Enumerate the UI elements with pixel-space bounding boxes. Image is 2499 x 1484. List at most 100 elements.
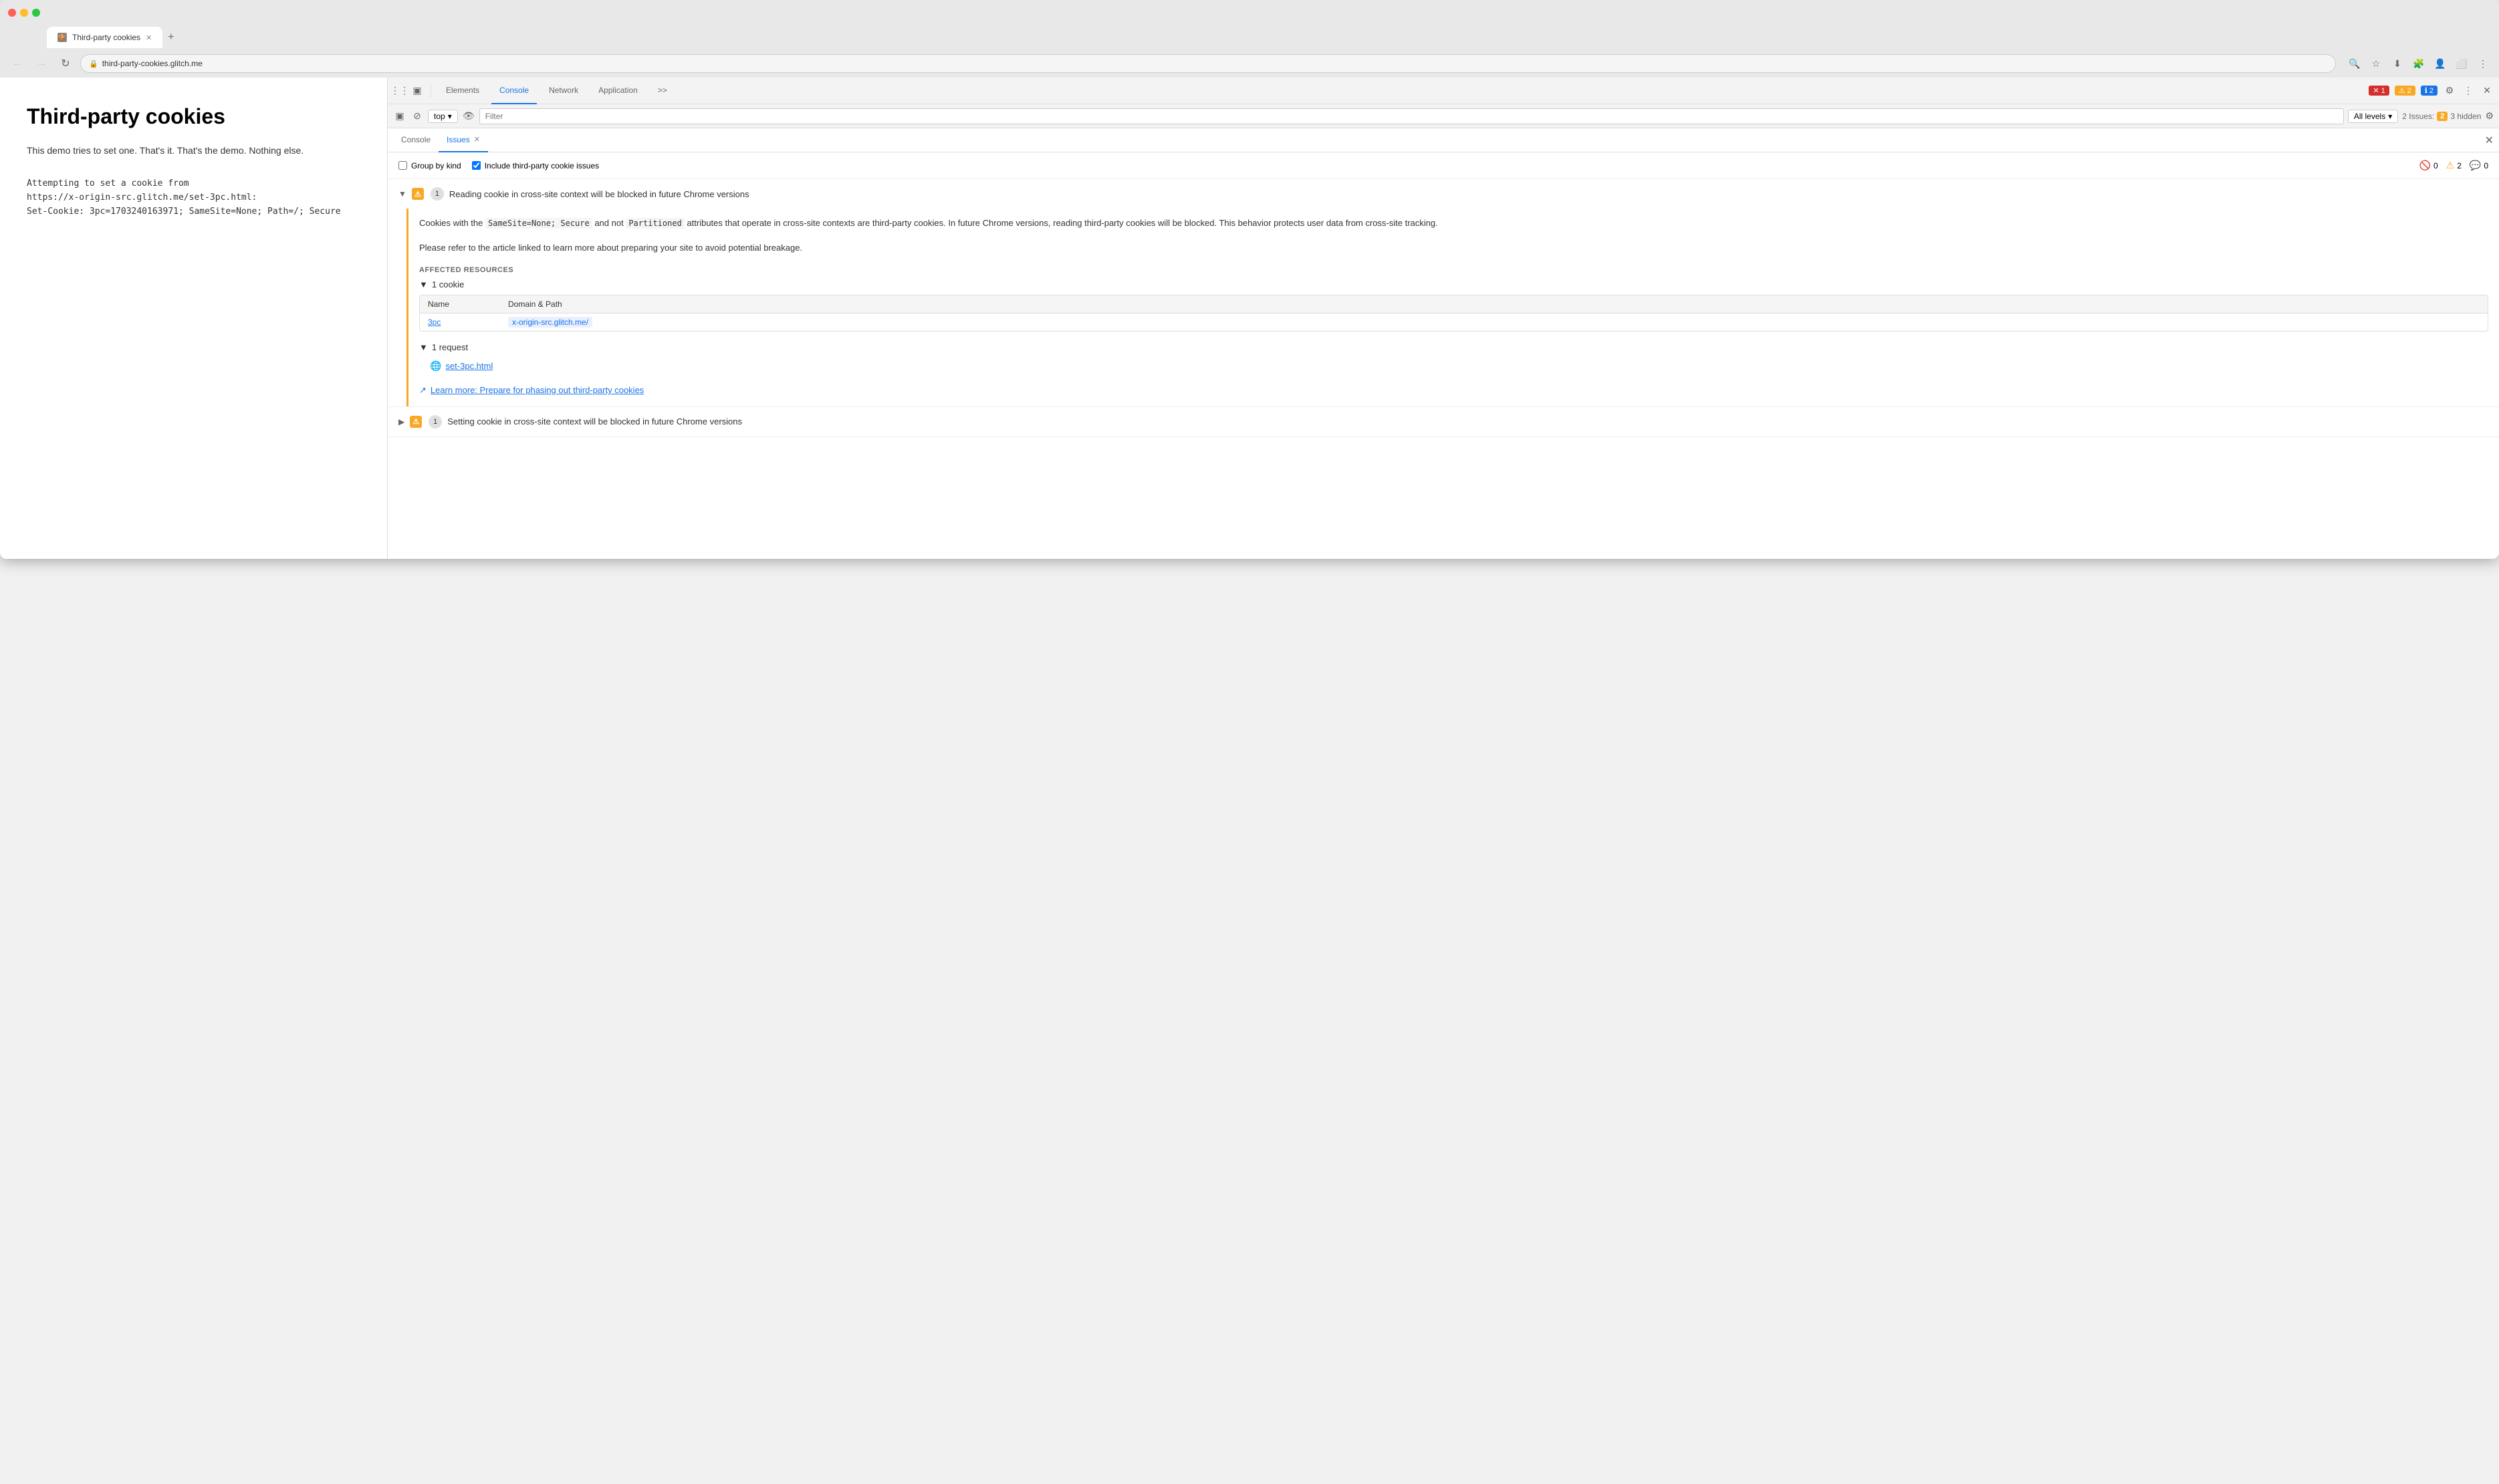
cookie-domain-cell: x-origin-src.glitch.me/ <box>500 314 2488 331</box>
cookies-expand[interactable]: ▼ 1 cookie <box>419 279 2488 289</box>
levels-chevron-icon: ▾ <box>2388 112 2392 121</box>
url-text: third-party-cookies.glitch.me <box>102 59 203 68</box>
devtools-close-icon[interactable]: ✕ <box>2480 84 2494 98</box>
globe-icon: 🌐 <box>430 360 441 372</box>
filter-input[interactable] <box>479 108 2344 124</box>
menu-icon[interactable]: ⋮ <box>2475 55 2491 72</box>
levels-dropdown[interactable]: All levels ▾ <box>2348 110 2398 123</box>
issue-body-container: Cookies with the SameSite=None; Secure a… <box>388 209 2499 406</box>
issues-warning-badge: 2 <box>2437 112 2448 121</box>
active-tab[interactable]: 🍪 Third-party cookies ✕ <box>47 27 162 48</box>
panel-tabs: Console Issues ✕ ✕ <box>388 128 2499 152</box>
window-icon[interactable]: ⬜ <box>2454 55 2470 72</box>
issue-item-1: ▼ ⚠ 1 Reading cookie in cross-site conte… <box>388 179 2499 407</box>
info-count-display: 💬 0 <box>2470 160 2488 171</box>
issue-chevron-1: ▼ <box>398 189 406 199</box>
issue-header-1[interactable]: ▼ ⚠ 1 Reading cookie in cross-site conte… <box>388 179 2499 209</box>
extensions-icon[interactable]: 🧩 <box>2411 55 2427 72</box>
device-icon[interactable]: ▣ <box>410 84 424 98</box>
sidebar-toggle-icon[interactable]: ▣ <box>393 110 406 123</box>
info-badge: ℹ 2 <box>2421 86 2437 96</box>
hidden-count: 3 hidden <box>2450 112 2481 121</box>
affected-resources: AFFECTED RESOURCES ▼ 1 cookie Name Domai… <box>419 266 2488 396</box>
reload-button[interactable]: ↻ <box>56 54 75 73</box>
browser-body: Third-party cookies This demo tries to s… <box>0 78 2499 559</box>
info-count-icon: 💬 <box>2470 160 2481 171</box>
maximize-button[interactable] <box>32 9 40 17</box>
profile-icon[interactable]: 👤 <box>2432 55 2448 72</box>
tab-elements[interactable]: Elements <box>438 78 487 104</box>
devtools-toolbar: ⋮⋮ ▣ Elements Console Network Applicatio… <box>388 78 2499 104</box>
devtools-toolbar2: ▣ ⊘ top ▾ 👁 All levels ▾ 2 Issues: 2 3 h… <box>388 104 2499 128</box>
table-row: 3pc x-origin-src.glitch.me/ <box>420 314 2488 331</box>
warning-count-display: ⚠ 2 <box>2446 160 2462 171</box>
include-third-party-checkbox[interactable]: Include third-party cookie issues <box>472 161 599 170</box>
issues-count-display: 2 Issues: 2 3 hidden <box>2402 112 2481 121</box>
request-link[interactable]: set-3pc.html <box>445 361 493 371</box>
affected-title: AFFECTED RESOURCES <box>419 266 2488 274</box>
tab-more[interactable]: >> <box>650 78 675 104</box>
devtools-panel: ⋮⋮ ▣ Elements Console Network Applicatio… <box>388 78 2499 559</box>
issue-chevron-2: ▶ <box>398 417 404 426</box>
set-cookie-line: Set-Cookie: 3pc=1703240163971; SameSite=… <box>27 207 341 217</box>
cookie-name-link[interactable]: 3pc <box>428 318 441 327</box>
tab-close-button[interactable]: ✕ <box>146 33 152 42</box>
devtools-settings-icon[interactable]: ⚙ <box>2443 84 2456 98</box>
eye-icon[interactable]: 👁 <box>462 110 475 123</box>
panel-options: ✕ <box>2485 134 2494 147</box>
domain-header: Domain & Path <box>500 295 2488 313</box>
issues-tab-close[interactable]: ✕ <box>474 135 480 144</box>
bookmark-icon[interactable]: ☆ <box>2368 55 2384 72</box>
issues-panel: Group by kind Include third-party cookie… <box>388 152 2499 559</box>
console-settings-icon[interactable]: ⚙ <box>2485 110 2494 122</box>
forward-button[interactable]: → <box>32 54 51 73</box>
tab-application[interactable]: Application <box>590 78 646 104</box>
page-title: Third-party cookies <box>27 104 360 129</box>
warning-badge-2: ⚠ <box>410 416 422 428</box>
issue-count-2: 1 <box>429 415 442 428</box>
cookie-info: Attempting to set a cookie from https://… <box>27 177 360 219</box>
issue-body-1: Cookies with the SameSite=None; Secure a… <box>408 209 2499 406</box>
page-description: This demo tries to set one. That's it. T… <box>27 145 360 156</box>
devtools-more-icon[interactable]: ⋮ <box>2462 84 2475 98</box>
issue-title-2: Setting cookie in cross-site context wil… <box>447 416 742 426</box>
attempting-label: Attempting to set a cookie from <box>27 178 189 189</box>
zoom-icon[interactable]: 🔍 <box>2347 55 2363 72</box>
url-bar[interactable]: 🔒 third-party-cookies.glitch.me <box>80 54 2336 73</box>
warning-badge: ⚠ 2 <box>2395 86 2415 96</box>
request-expand[interactable]: ▼ 1 request <box>419 342 2488 352</box>
address-bar: ← → ↻ 🔒 third-party-cookies.glitch.me 🔍 … <box>0 49 2499 78</box>
issue-count-1: 1 <box>431 187 444 201</box>
tab-favicon: 🍪 <box>57 33 67 42</box>
issue-header-2[interactable]: ▶ ⚠ 1 Setting cookie in cross-site conte… <box>388 407 2499 437</box>
download-icon[interactable]: ⬇ <box>2389 55 2405 72</box>
learn-more: ↗ Learn more: Prepare for phasing out th… <box>419 385 2488 396</box>
tab-issues-panel[interactable]: Issues ✕ <box>439 128 488 152</box>
table-header: Name Domain & Path <box>420 295 2488 314</box>
tab-console[interactable]: Console <box>491 78 537 104</box>
back-button[interactable]: ← <box>8 54 27 73</box>
cookies-chevron-icon: ▼ <box>419 279 428 289</box>
minimize-button[interactable] <box>20 9 28 17</box>
inspect-icon[interactable]: ⋮⋮ <box>393 84 406 98</box>
issue-description-2: Please refer to the article linked to le… <box>419 241 2488 255</box>
tab-network[interactable]: Network <box>541 78 586 104</box>
top-label: top <box>434 112 445 121</box>
new-tab-button[interactable]: + <box>168 31 174 43</box>
domain-value: x-origin-src.glitch.me/ <box>508 317 592 328</box>
close-button[interactable] <box>8 9 16 17</box>
group-by-kind-checkbox[interactable]: Group by kind <box>398 161 461 170</box>
cookie-name-cell: 3pc <box>420 314 500 331</box>
lock-icon: 🔒 <box>89 59 98 68</box>
block-icon[interactable]: ⊘ <box>410 110 424 123</box>
context-selector[interactable]: top ▾ <box>428 110 458 123</box>
panel-close-button[interactable]: ✕ <box>2485 134 2494 147</box>
warning-badge-1: ⚠ <box>412 188 424 200</box>
address-icons: 🔍 ☆ ⬇ 🧩 👤 ⬜ ⋮ <box>2347 55 2491 72</box>
error-badge: ✕ 1 <box>2369 86 2389 96</box>
learn-more-link[interactable]: Learn more: Prepare for phasing out thir… <box>431 385 644 395</box>
warning-count-icon: ⚠ <box>2446 160 2455 171</box>
tab-console-panel[interactable]: Console <box>393 128 439 152</box>
traffic-lights <box>8 9 40 17</box>
code-samesite: SameSite=None; Secure <box>485 218 592 229</box>
